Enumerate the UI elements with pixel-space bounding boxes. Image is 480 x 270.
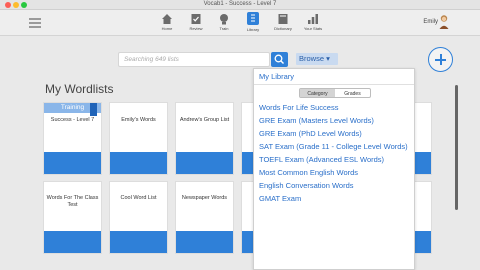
home-icon <box>161 12 173 24</box>
title-bar: Vocab1 - Success - Level 7 <box>0 0 480 10</box>
add-wordlist-button[interactable] <box>428 47 453 72</box>
bookmark-icon <box>90 103 97 116</box>
scrollbar[interactable] <box>455 85 458 210</box>
toolbar-train[interactable]: Train <box>213 12 235 31</box>
browse-menu-title[interactable]: My Library <box>259 72 294 81</box>
browse-menu-item[interactable]: SAT Exam (Grade 11 - College Level Words… <box>259 142 408 151</box>
menu-icon[interactable] <box>29 18 41 28</box>
category-grades-toggle: Category Grades <box>299 88 371 98</box>
browse-menu-item[interactable]: Words For Life Success <box>259 103 338 112</box>
wordlist-name: Newspaper Words <box>181 195 228 201</box>
wordlist-name: Words For The Class Test <box>46 195 99 209</box>
wordlist-card-footer <box>44 231 101 253</box>
toolbar-review-label: Review <box>189 26 203 31</box>
wordlist-card[interactable]: Words For The Class Test <box>43 181 102 254</box>
search-button[interactable] <box>271 52 288 67</box>
browse-menu-item[interactable]: GRE Exam (Masters Level Words) <box>259 116 374 125</box>
wordlist-card-footer <box>176 231 233 253</box>
dictionary-icon <box>277 12 289 24</box>
toolbar: Home Review Train Library Dictionary You… <box>0 10 480 36</box>
browse-dropdown-button[interactable]: Browse ▾ <box>296 53 338 65</box>
avatar[interactable] <box>438 14 450 30</box>
wordlist-name: Andrew's Group List <box>179 117 230 123</box>
review-icon <box>190 12 202 24</box>
wordlist-card-footer <box>110 231 167 253</box>
browse-menu-item[interactable]: Most Common English Words <box>259 168 358 177</box>
wordlist-name: Success - Level 7 <box>50 117 95 123</box>
wordlist-card[interactable]: Cool Word List <box>109 181 168 254</box>
wordlist-card[interactable]: Training Success - Level 7 <box>43 102 102 175</box>
page-title: My Wordlists <box>45 82 114 96</box>
toolbar-dictionary[interactable]: Dictionary <box>272 12 294 31</box>
browse-menu: My Library Category Grades Words For Lif… <box>253 68 415 270</box>
search-icon <box>274 54 284 64</box>
wordlist-card[interactable]: Emily's Words <box>109 102 168 175</box>
toolbar-dictionary-label: Dictionary <box>274 26 292 31</box>
wordlist-name: Emily's Words <box>121 117 156 123</box>
library-icon <box>247 12 259 25</box>
wordlist-card-footer <box>110 152 167 174</box>
browse-menu-item[interactable]: English Conversation Words <box>259 181 354 190</box>
toolbar-home[interactable]: Home <box>156 12 178 31</box>
wordlist-card[interactable]: Newspaper Words <box>175 181 234 254</box>
browse-menu-item[interactable]: GMAT Exam <box>259 194 301 203</box>
train-icon <box>218 12 230 25</box>
wordlist-name: Cool Word List <box>120 195 157 201</box>
browse-menu-item[interactable]: GRE Exam (PhD Level Words) <box>259 129 362 138</box>
toolbar-review[interactable]: Review <box>185 12 207 31</box>
toolbar-stats[interactable]: Your Stats <box>302 12 324 31</box>
toolbar-stats-label: Your Stats <box>303 26 323 31</box>
toolbar-library-label: Library <box>246 27 260 32</box>
wordlist-card-footer <box>44 152 101 174</box>
stats-icon <box>307 12 319 24</box>
wordlist-card[interactable]: Andrew's Group List <box>175 102 234 175</box>
toolbar-train-label: Train <box>219 26 229 31</box>
app-window: Vocab1 - Success - Level 7 Home Review T… <box>0 0 480 270</box>
browse-menu-item[interactable]: TOEFL Exam (Advanced ESL Words) <box>259 155 384 164</box>
search-input[interactable]: Searching 649 lists <box>118 52 270 67</box>
segment-grades[interactable]: Grades <box>335 89 370 97</box>
wordlist-card-footer <box>176 152 233 174</box>
segment-category[interactable]: Category <box>300 89 335 97</box>
toolbar-home-label: Home <box>161 26 173 31</box>
user-name[interactable]: Emily <box>423 19 438 25</box>
window-title: Vocab1 - Success - Level 7 <box>203 1 277 7</box>
divider <box>254 84 414 85</box>
toolbar-library[interactable]: Library <box>242 12 264 32</box>
